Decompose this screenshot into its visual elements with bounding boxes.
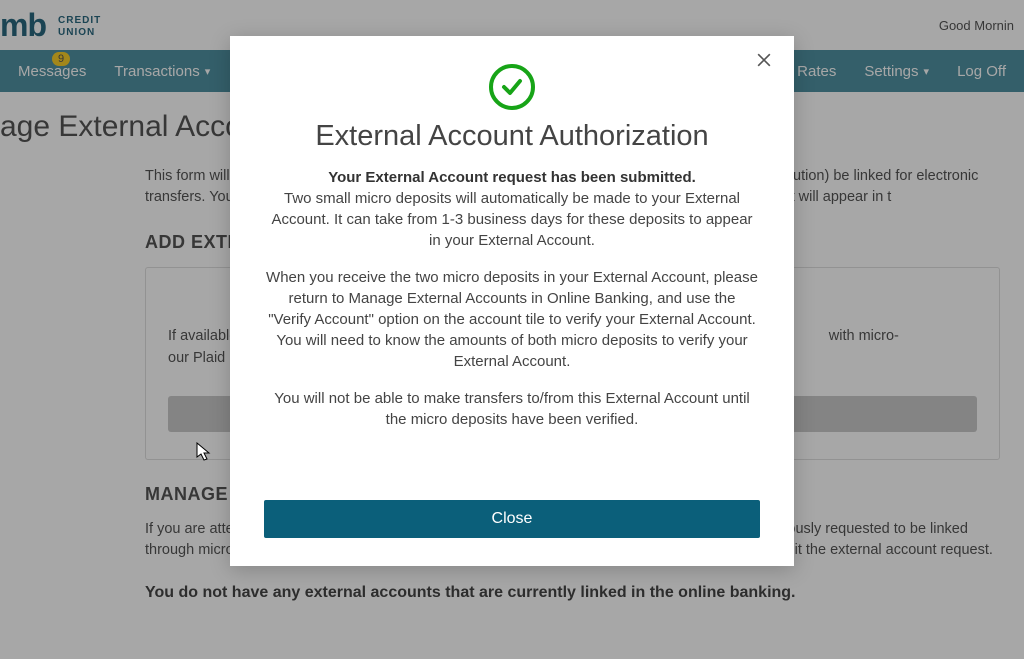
modal-title: External Account Authorization [264, 120, 760, 153]
modal-paragraph-1: Two small micro deposits will automatica… [264, 188, 760, 251]
success-check-icon [489, 64, 535, 110]
modal-overlay: External Account Authorization Your Exte… [0, 0, 1024, 659]
close-button[interactable]: Close [264, 500, 760, 538]
modal-paragraph-3: You will not be able to make transfers t… [264, 388, 760, 430]
modal-subtitle: Your External Account request has been s… [264, 169, 760, 186]
modal-paragraph-2: When you receive the two micro deposits … [264, 267, 760, 372]
close-icon[interactable] [754, 50, 776, 72]
external-auth-modal: External Account Authorization Your Exte… [230, 36, 794, 566]
